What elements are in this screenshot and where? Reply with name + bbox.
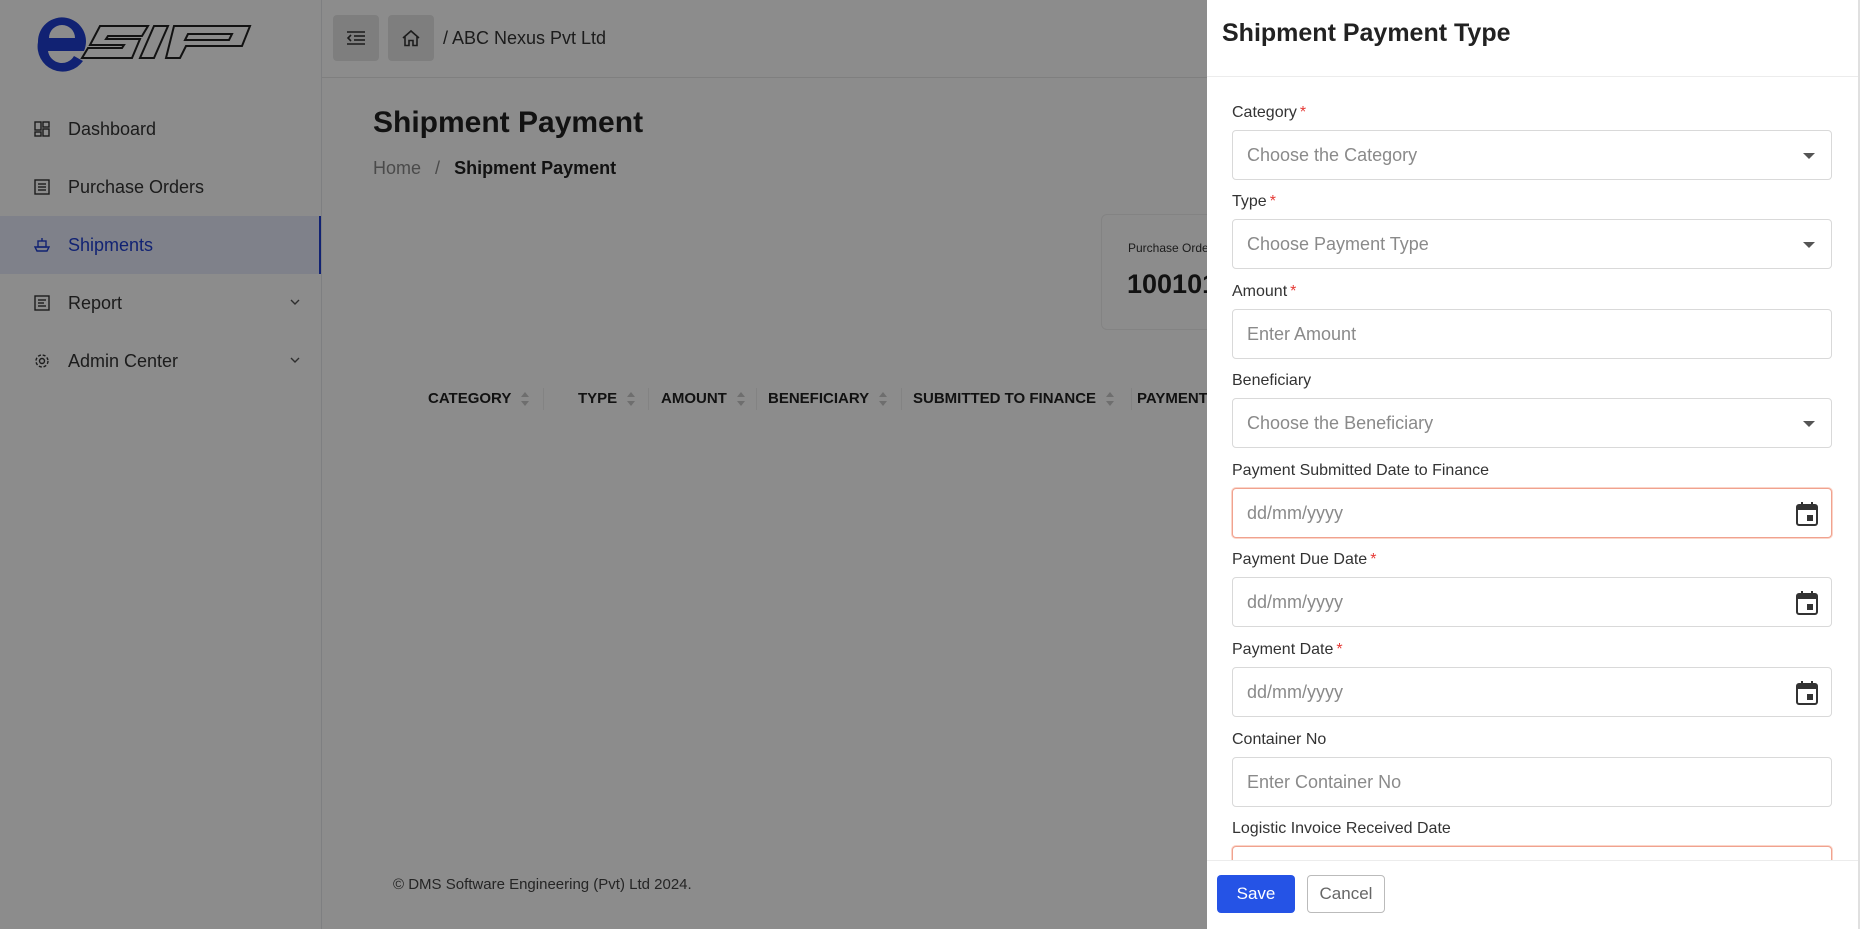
caret-down-icon	[1803, 153, 1815, 159]
input-placeholder: dd/mm/yyyy	[1247, 681, 1344, 702]
payment-type-select[interactable]: Choose Payment Type	[1232, 219, 1832, 269]
drawer-title: Shipment Payment Type	[1222, 19, 1511, 47]
caret-down-icon	[1803, 242, 1815, 248]
field-label: Logistic Invoice Received Date	[1232, 820, 1451, 837]
submitted-date-field: Payment Submitted Date to Finance dd/mm/…	[1232, 462, 1832, 538]
calendar-icon[interactable]	[1795, 680, 1819, 706]
input-placeholder: Enter Amount	[1247, 323, 1357, 344]
required-mark: *	[1370, 551, 1377, 568]
required-mark: *	[1299, 104, 1307, 121]
field-label: Category *	[1232, 104, 1307, 121]
field-label: Beneficiary	[1232, 372, 1312, 389]
category-select[interactable]: Choose the Category	[1232, 130, 1832, 180]
beneficiary-select[interactable]: Choose the Beneficiary	[1232, 398, 1832, 448]
amount-input[interactable]: Enter Amount	[1232, 309, 1832, 359]
shipment-payment-type-drawer: Shipment Payment Type Category * Choose t…	[1207, 0, 1860, 930]
logistic-invoice-date-input[interactable]	[1232, 846, 1832, 860]
calendar-icon[interactable]	[1795, 590, 1819, 616]
field-label: Payment Date *	[1232, 641, 1343, 658]
category-field: Category * Choose the Category	[1232, 104, 1832, 180]
field-label: Type *	[1232, 193, 1276, 210]
field-label: Payment Due Date *	[1232, 551, 1377, 568]
input-placeholder: dd/mm/yyyy	[1247, 591, 1344, 612]
calendar-icon[interactable]	[1795, 501, 1819, 527]
field-label: Payment Submitted Date to Finance	[1232, 462, 1490, 479]
select-placeholder: Choose the Beneficiary	[1247, 412, 1434, 433]
field-label: Container No	[1232, 731, 1327, 748]
due-date-field: Payment Due Date * dd/mm/yyyy	[1232, 551, 1832, 627]
type-field: Type * Choose Payment Type	[1232, 193, 1832, 269]
required-mark: *	[1290, 283, 1297, 300]
logistic-invoice-date-field: Logistic Invoice Received Date	[1232, 820, 1832, 860]
amount-field: Amount * Enter Amount	[1232, 283, 1832, 359]
input-placeholder: Enter Container No	[1247, 771, 1402, 792]
payment-date-input[interactable]: dd/mm/yyyy	[1232, 667, 1832, 717]
required-mark: *	[1336, 641, 1343, 658]
select-placeholder: Choose the Category	[1247, 144, 1418, 165]
submitted-date-input[interactable]: dd/mm/yyyy	[1232, 488, 1832, 538]
container-no-field: Container No Enter Container No	[1232, 731, 1832, 807]
container-no-input[interactable]: Enter Container No	[1232, 757, 1832, 807]
field-label: Amount *	[1232, 283, 1297, 300]
select-placeholder: Choose Payment Type	[1247, 233, 1429, 254]
save-button[interactable]: Save	[1217, 875, 1295, 913]
required-mark: *	[1269, 193, 1276, 210]
due-date-input[interactable]: dd/mm/yyyy	[1232, 577, 1832, 627]
cancel-button[interactable]: Cancel	[1307, 875, 1385, 913]
payment-date-field: Payment Date * dd/mm/yyyy	[1232, 641, 1832, 717]
input-placeholder: dd/mm/yyyy	[1247, 502, 1344, 523]
caret-down-icon	[1803, 421, 1815, 427]
drawer-body: Category * Choose the Category Type * Choo…	[1207, 77, 1860, 860]
drawer-header: Shipment Payment Type	[1207, 0, 1860, 77]
drawer-footer: Save Cancel	[1207, 860, 1860, 930]
beneficiary-field: Beneficiary Choose the Beneficiary	[1232, 372, 1832, 448]
